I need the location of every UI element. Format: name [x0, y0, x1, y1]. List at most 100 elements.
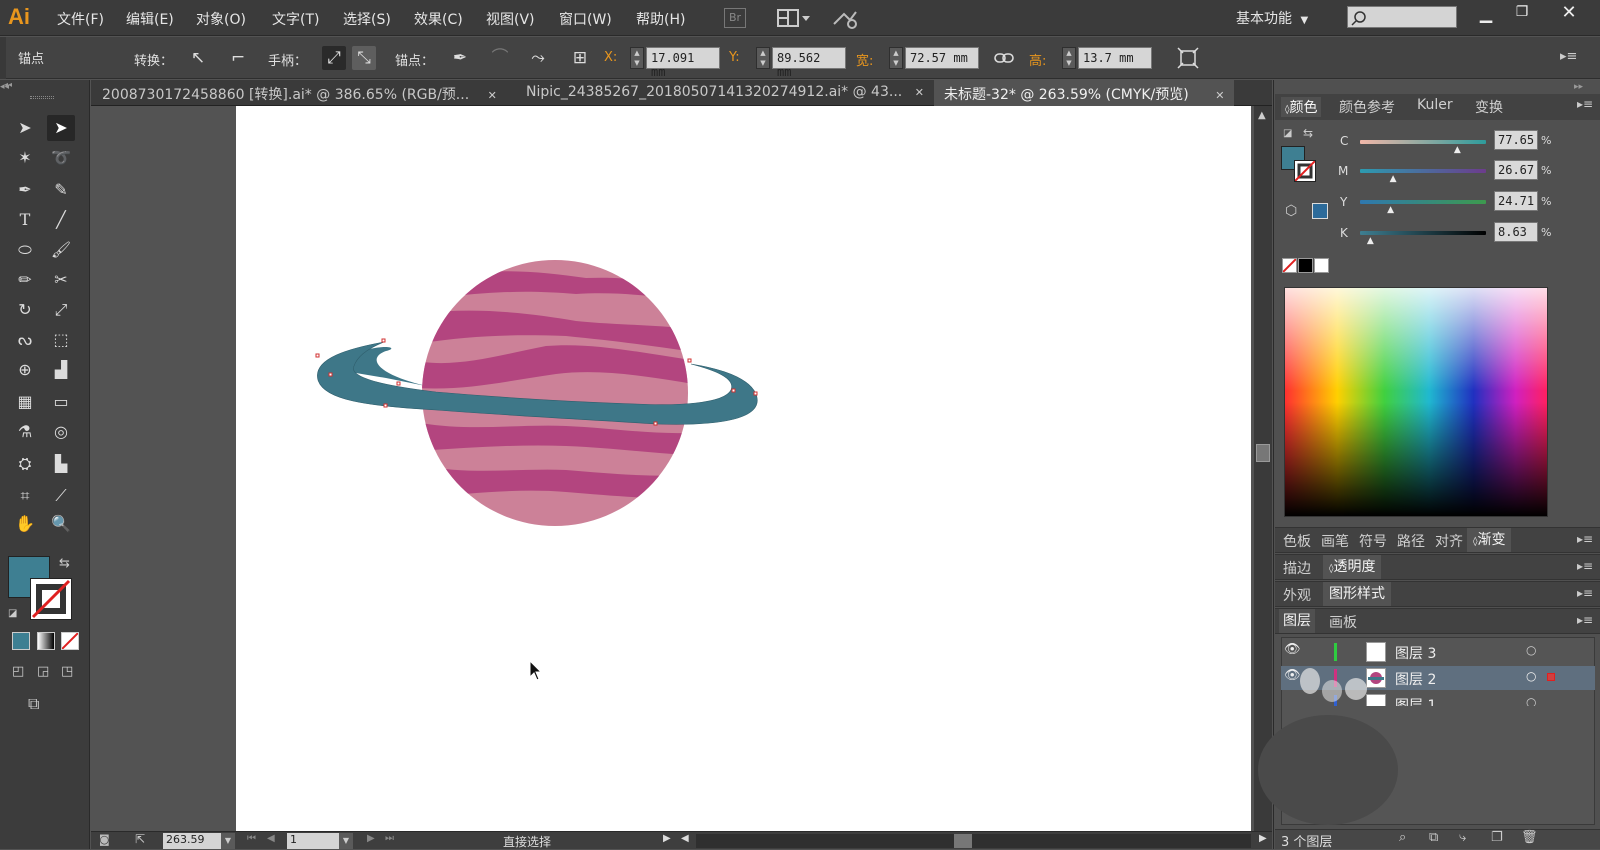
artboard[interactable]	[236, 106, 1251, 831]
default-fill-stroke-icon[interactable]: ◪	[1283, 128, 1292, 139]
panel-menu-icon[interactable]: ▸≡	[1577, 532, 1593, 546]
c-value-field[interactable]: 77.65	[1494, 130, 1538, 150]
status-menu-arrow[interactable]: ▶	[663, 833, 671, 844]
anchor-point[interactable]	[315, 353, 320, 358]
search-input[interactable]	[1347, 6, 1457, 28]
panel-menu-icon[interactable]: ▸≡	[1577, 613, 1593, 627]
convert-to-smooth-button[interactable]: ⌐	[226, 46, 250, 70]
sync-settings-button[interactable]	[830, 6, 860, 30]
artwork-canvas[interactable]	[236, 106, 1251, 831]
hide-handles-button[interactable]: ⤡	[352, 46, 376, 70]
target-icon[interactable]: ○	[1526, 643, 1536, 657]
line-segment-tool[interactable]: ╱	[47, 207, 75, 233]
graph-tool[interactable]: ▟	[47, 357, 75, 383]
width-stepper[interactable]: ▲ ▼	[889, 47, 903, 69]
zoom-dropdown[interactable]: ▼	[221, 833, 235, 849]
height-field[interactable]: 13.7 mm	[1078, 47, 1152, 69]
anchor-point[interactable]	[687, 358, 692, 363]
arrange-documents-button[interactable]	[776, 6, 812, 30]
swap-icon[interactable]: ⇆	[1303, 126, 1313, 140]
color-mode-button[interactable]	[12, 632, 30, 650]
x-stepper[interactable]: ▲ ▼	[630, 47, 644, 69]
artboard-dropdown[interactable]: ▼	[339, 833, 353, 849]
share-icon[interactable]: ⇱	[135, 832, 145, 846]
k-slider-track[interactable]	[1360, 231, 1486, 235]
close-icon[interactable]: ✕	[488, 89, 497, 102]
minimize-button[interactable]: ▁	[1471, 4, 1501, 26]
connect-anchors-button[interactable]: ⌒	[488, 46, 512, 70]
convert-to-corner-button[interactable]: ↖	[186, 46, 210, 70]
tab-color[interactable]: ◊颜色	[1281, 97, 1322, 117]
horizontal-scrollbar[interactable]	[696, 834, 1251, 848]
clipping-mask-icon[interactable]: ⧉	[1429, 830, 1438, 845]
tab-artboards[interactable]: 画板	[1329, 612, 1357, 632]
close-icon[interactable]: ✕	[1215, 89, 1224, 102]
black-swatch[interactable]	[1298, 258, 1313, 273]
anchor-point[interactable]	[396, 381, 401, 386]
menu-window[interactable]: 窗口(W)	[559, 9, 612, 29]
toolbox-grip[interactable]	[30, 96, 54, 99]
tab-appearance[interactable]: 外观	[1283, 585, 1311, 605]
menu-object[interactable]: 对象(O)	[196, 9, 246, 29]
next-artboard-button[interactable]: ▶	[367, 833, 375, 844]
trash-icon[interactable]: 🗑	[1521, 830, 1538, 845]
layer-name[interactable]: 图层 3	[1395, 643, 1436, 663]
out-of-gamut-icon[interactable]: ⬡	[1285, 203, 1297, 219]
anchor-point[interactable]	[653, 421, 658, 426]
remove-anchor-button[interactable]: ✒	[448, 46, 472, 70]
first-artboard-button[interactable]: ⏮	[247, 833, 256, 844]
eyedropper-tool[interactable]: ⚗	[11, 419, 39, 445]
width-field[interactable]: 72.57 mm	[905, 47, 979, 69]
selection-indicator[interactable]	[1547, 673, 1555, 681]
tab-document-2[interactable]: Nipic_24385267_20180507141320274912.ai* …	[516, 80, 934, 106]
isolate-object-button[interactable]	[1176, 46, 1200, 70]
menu-select[interactable]: 选择(S)	[343, 9, 391, 29]
target-icon[interactable]: ○	[1526, 669, 1536, 683]
shape-builder-tool[interactable]: ⊕	[11, 357, 39, 383]
anchor-point[interactable]	[328, 372, 333, 377]
type-tool[interactable]: T	[11, 207, 39, 233]
y-field[interactable]: 89.562 mm	[772, 47, 846, 79]
tab-graphic-styles[interactable]: 图形样式	[1323, 582, 1391, 606]
zoom-field[interactable]: 263.59	[163, 833, 221, 849]
new-sublayer-icon[interactable]: ⤷	[1459, 830, 1466, 845]
tab-document-1[interactable]: 2008730172458860 [转换].ai* @ 386.65% (RGB…	[92, 80, 507, 106]
draw-behind-button[interactable]: ◲	[37, 664, 55, 680]
gradient-mode-button[interactable]	[37, 632, 55, 650]
artboard-tool[interactable]: ⌗	[11, 483, 39, 509]
anchor-point[interactable]	[753, 391, 758, 396]
bridge-button[interactable]: Br	[724, 8, 746, 28]
menu-view[interactable]: 视图(V)	[486, 9, 535, 29]
last-artboard-button[interactable]: ⏭	[385, 833, 394, 844]
scale-tool[interactable]: ⤢	[47, 297, 75, 323]
none-swatch[interactable]	[1282, 258, 1297, 273]
tab-symbols[interactable]: 符号	[1359, 531, 1387, 551]
lasso-tool[interactable]: ➰	[47, 145, 75, 171]
tab-align[interactable]: 对齐	[1435, 531, 1463, 551]
m-slider-track[interactable]	[1360, 169, 1486, 173]
draw-normal-button[interactable]: ◰	[12, 664, 30, 680]
none-mode-button[interactable]	[61, 632, 79, 650]
ellipse-tool[interactable]: ⬭	[11, 237, 39, 263]
tab-stroke[interactable]: 描边	[1283, 558, 1311, 578]
tab-swatches[interactable]: 色板	[1283, 531, 1311, 551]
close-icon[interactable]: ✕	[915, 86, 924, 99]
menu-file[interactable]: 文件(F)	[57, 9, 104, 29]
eye-icon[interactable]: 👁	[1284, 642, 1301, 657]
white-swatch[interactable]	[1314, 258, 1329, 273]
align-reference-button[interactable]: ⊞	[568, 46, 592, 70]
free-transform-tool[interactable]: ⬚	[47, 327, 75, 353]
menu-help[interactable]: 帮助(H)	[636, 9, 685, 29]
draw-inside-button[interactable]: ◳	[61, 664, 79, 680]
swap-fill-stroke-button[interactable]: ⇆	[59, 556, 70, 571]
vertical-scrollbar[interactable]: ▲	[1254, 106, 1272, 831]
rotate-tool[interactable]: ↻	[11, 297, 39, 323]
k-slider-thumb[interactable]: ▲	[1367, 236, 1374, 246]
tab-transparency[interactable]: ◊透明度	[1323, 555, 1382, 579]
warp-tool[interactable]: ᔓ	[11, 327, 39, 353]
stroke-swatch[interactable]	[30, 578, 72, 620]
tab-transform[interactable]: 变换	[1475, 97, 1503, 117]
tab-kuler[interactable]: Kuler	[1417, 97, 1453, 113]
panel-menu-icon[interactable]: ▸≡	[1577, 559, 1593, 573]
tab-document-3[interactable]: 未标题-32* @ 263.59% (CMYK/预览) ✕	[934, 80, 1235, 106]
